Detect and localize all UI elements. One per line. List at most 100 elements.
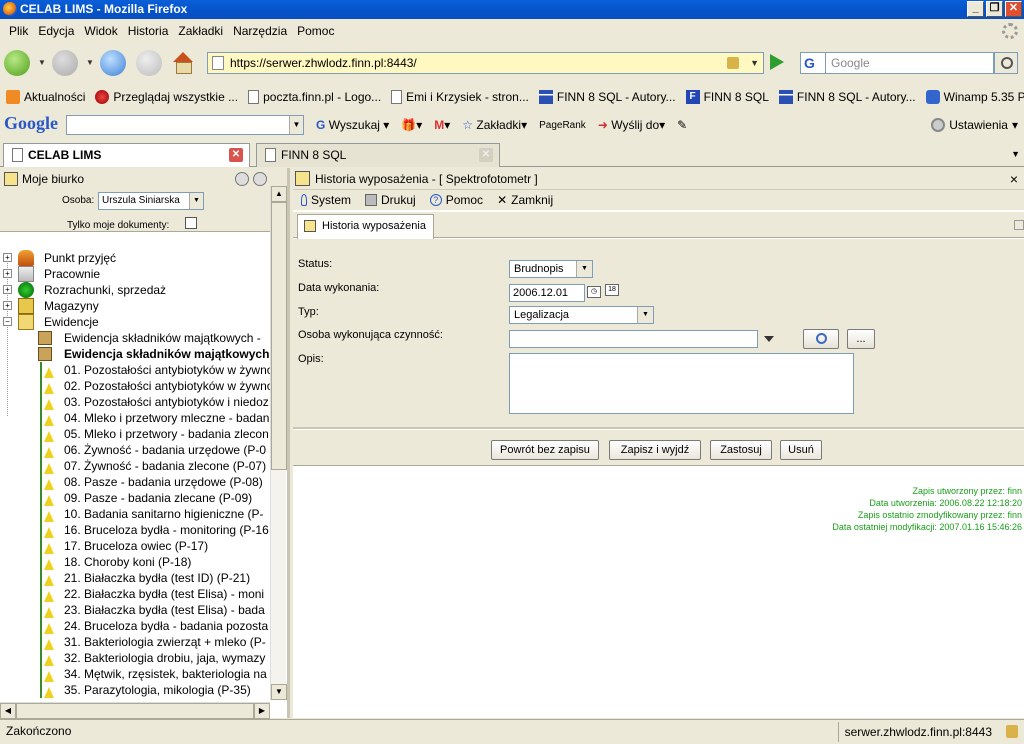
bookmark-item[interactable]: Przeglądaj wszystkie ... (95, 90, 238, 104)
maximize-button[interactable]: ❐ (986, 1, 1003, 17)
menu-historia[interactable]: Historia (123, 24, 174, 38)
clock-icon[interactable]: ◷ (587, 286, 601, 298)
close-window-button[interactable]: ✕ (1005, 1, 1022, 17)
search-icon[interactable] (994, 52, 1018, 74)
bookmark-item[interactable]: FINN 8 SQL - Autory... (778, 90, 916, 104)
menu-zakladki[interactable]: Zakładki (173, 24, 228, 38)
menu-pomoc[interactable]: Pomoc (292, 24, 339, 38)
scroll-up-icon[interactable]: ▲ (271, 186, 287, 202)
equipment-history-form: Status: Brudnopis ▼ Data wykonania: 2006.… (293, 239, 1024, 429)
document-icon (295, 171, 310, 186)
url-dropdown-icon[interactable]: ▼ (750, 53, 759, 73)
data-wykonania-input[interactable]: 2006.12.01 (509, 284, 585, 302)
url-bar[interactable]: https://serwer.zhwlodz.finn.pl:8443/ ▼ (207, 52, 764, 74)
google-toolbar-search-input[interactable]: ▼ (66, 115, 304, 135)
menu-system[interactable]: System (301, 193, 351, 207)
tab-finn-8-sql[interactable]: FINN 8 SQL ✕ (256, 143, 500, 167)
stop-button[interactable] (136, 50, 162, 76)
typ-select[interactable]: Legalizacja ▼ (509, 306, 654, 324)
bookmark-item[interactable]: Winamp 5.35 PL (925, 90, 1024, 104)
search-input[interactable]: Google (826, 52, 994, 74)
form-tabs: Historia wyposażenia (293, 212, 1024, 239)
bookmark-item[interactable]: poczta.finn.pl - Logo... (248, 90, 381, 104)
osoba-label: Osoba: (62, 195, 95, 206)
menu-pomoc[interactable]: ? Pomoc (429, 193, 483, 207)
book-icon (38, 331, 52, 345)
bookmark-item[interactable]: Emi i Krzysiek - stron... (391, 90, 529, 104)
more-button[interactable]: ... (847, 329, 875, 349)
osoba-select[interactable]: Urszula Siniarska ▼ (98, 192, 204, 210)
flask-icon (38, 522, 54, 538)
tree-vertical-scrollbar[interactable]: ▲ ▼ (270, 186, 287, 700)
apply-button[interactable]: Zastosuj (710, 440, 772, 460)
chevron-down-icon[interactable]: ▼ (189, 193, 203, 209)
back-without-saving-button[interactable]: Powrót bez zapisu (491, 440, 599, 460)
highlight-icon[interactable]: ✎ (677, 118, 687, 132)
pagerank-indicator[interactable]: PageRank (539, 120, 586, 131)
opis-textarea[interactable] (509, 353, 854, 414)
firefox-icon (95, 90, 110, 104)
google-toolbar-items: G Wyszukaj ▾ 🎁▾ M▾ ☆ Zakładki▾ PageRank … (316, 112, 687, 138)
menu-plik[interactable]: Plik (4, 24, 33, 38)
google-toolbar-button[interactable]: 🎁▾ (401, 118, 422, 132)
close-tab-icon[interactable]: ✕ (479, 148, 493, 162)
back-button[interactable] (4, 50, 30, 76)
osoba-wykonujaca-input[interactable] (509, 330, 758, 348)
tylko-moje-checkbox[interactable] (185, 217, 197, 229)
delete-button[interactable]: Usuń (780, 440, 822, 460)
menu-edycja[interactable]: Edycja (33, 24, 79, 38)
lock-icon[interactable] (727, 57, 739, 69)
tab-list-dropdown[interactable]: ▼ (1011, 149, 1020, 159)
close-tab-icon[interactable]: ✕ (229, 148, 243, 162)
menu-widok[interactable]: Widok (79, 24, 122, 38)
back-history-dropdown[interactable]: ▼ (38, 58, 46, 67)
scroll-down-icon[interactable]: ▼ (271, 684, 287, 700)
scroll-left-icon[interactable]: ◀ (0, 703, 16, 719)
data-wykonania-label: Data wykonania: (298, 282, 380, 294)
url-text: https://serwer.zhwlodz.finn.pl:8443/ (230, 56, 417, 70)
forward-button[interactable] (52, 50, 78, 76)
lab-icon (18, 266, 34, 282)
scrollbar-thumb[interactable] (16, 703, 254, 719)
bookmark-item[interactable]: F FINN 8 SQL (685, 90, 769, 104)
expand-icon[interactable] (235, 172, 249, 186)
tab-historia-wyposazenia[interactable]: Historia wyposażenia (297, 214, 434, 239)
close-icon[interactable]: × (1010, 168, 1018, 190)
chevron-down-icon[interactable]: ▼ (289, 116, 303, 134)
go-button[interactable] (770, 54, 784, 70)
google-bookmarks-button[interactable]: ☆ Zakładki▾ (462, 118, 527, 132)
menu-narzedzia[interactable]: Narzędzia (228, 24, 292, 38)
lock-icon[interactable] (1006, 725, 1018, 738)
chevron-down-icon[interactable] (764, 336, 774, 342)
send-to-button[interactable]: ➜ Wyślij do▾ (598, 118, 665, 132)
menu-zamknij[interactable]: ✕ Zamknij (497, 193, 553, 207)
search-engine-selector[interactable]: G (800, 52, 826, 74)
forward-history-dropdown[interactable]: ▼ (86, 58, 94, 67)
scrollbar-thumb[interactable] (271, 202, 287, 470)
tree-horizontal-scrollbar[interactable]: ◀ ▶ (0, 702, 270, 719)
reload-button[interactable] (100, 50, 126, 76)
status-select[interactable]: Brudnopis ▼ (509, 260, 593, 278)
lookup-button[interactable] (803, 329, 839, 349)
page-icon (248, 90, 260, 104)
calendar-icon[interactable]: 18 (605, 284, 619, 296)
home-button[interactable] (170, 50, 196, 76)
refresh-icon[interactable] (253, 172, 267, 186)
bookmark-item[interactable]: FINN 8 SQL - Autory... (538, 90, 676, 104)
google-search-button[interactable]: G Wyszukaj ▾ (316, 118, 389, 132)
refresh-icon (815, 333, 827, 344)
book-icon (38, 347, 52, 361)
minimize-button[interactable]: _ (967, 1, 984, 17)
save-and-exit-button[interactable]: Zapisz i wyjdź (609, 440, 701, 460)
google-logo[interactable]: Google (4, 113, 58, 134)
gmail-button[interactable]: M▾ (434, 118, 450, 132)
menu-drukuj[interactable]: Drukuj (365, 193, 416, 207)
browser-tab-strip: CELAB LIMS ✕ FINN 8 SQL ✕ ▼ (0, 141, 1024, 167)
google-settings-button[interactable]: Ustawienia ▾ (931, 112, 1018, 138)
tab-celab-lims[interactable]: CELAB LIMS ✕ (3, 143, 250, 167)
winamp-icon (925, 90, 940, 104)
tab-corner-icon (1014, 220, 1024, 230)
scroll-right-icon[interactable]: ▶ (254, 703, 270, 719)
bookmark-item[interactable]: Aktualności (6, 90, 85, 104)
flask-icon (38, 666, 54, 682)
